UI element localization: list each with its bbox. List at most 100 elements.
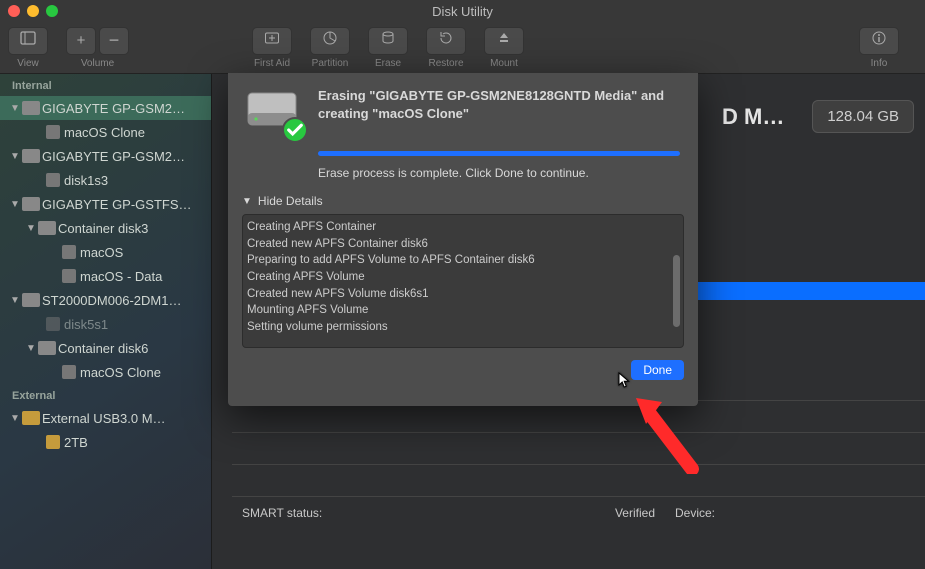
- restore-label: Restore: [428, 58, 463, 69]
- chevron-down-icon: ▼: [26, 343, 36, 354]
- mount-icon: [496, 30, 512, 51]
- hide-details-label: Hide Details: [258, 194, 323, 208]
- info-table: 128.04 GB 2 Solid state SMART status:Ver…: [232, 400, 925, 528]
- sidebar-header-internal: Internal: [0, 74, 211, 96]
- log-line: Mounting APFS Volume: [247, 302, 675, 319]
- mount-label: Mount: [490, 58, 518, 69]
- log-line: Creating APFS Volume: [247, 269, 675, 286]
- chevron-down-icon: ▼: [26, 223, 36, 234]
- sidebar: Internal ▼GIGABYTE GP-GSM2… macOS Clone …: [0, 74, 212, 569]
- chevron-down-icon: ▼: [10, 103, 20, 114]
- info-label: Info: [871, 58, 888, 69]
- log-line: Creating APFS Container: [247, 219, 675, 236]
- sidebar-item-disk0-vol[interactable]: macOS Clone: [0, 120, 211, 144]
- firstaid-button[interactable]: [252, 27, 292, 55]
- sidebar-item-disk1-vol[interactable]: disk1s3: [0, 168, 211, 192]
- sidebar-item-disk5s1[interactable]: disk5s1: [0, 312, 211, 336]
- info-key-smart: SMART status:: [242, 506, 615, 520]
- hdd-icon: [22, 197, 40, 211]
- hdd-icon: [22, 101, 40, 115]
- erase-title: Erasing "GIGABYTE GP-GSM2NE8128GNTD Medi…: [318, 87, 680, 137]
- sidebar-item-disk2[interactable]: ▼GIGABYTE GP-GSTFS…: [0, 192, 211, 216]
- sidebar-item-label: macOS - Data: [80, 269, 211, 284]
- done-button[interactable]: Done: [631, 360, 684, 380]
- scrollbar-thumb[interactable]: [673, 255, 680, 327]
- capacity-badge: 128.04 GB: [812, 100, 914, 133]
- disk-large-icon: [246, 87, 304, 137]
- volume-icon: [62, 269, 76, 283]
- hdd-icon: [22, 149, 40, 163]
- hide-details-toggle[interactable]: ▼ Hide Details: [242, 194, 684, 208]
- chevron-down-icon: ▼: [10, 199, 20, 210]
- sidebar-item-disk3[interactable]: ▼ST2000DM006-2DM1…: [0, 288, 211, 312]
- erase-button[interactable]: [368, 27, 408, 55]
- info-key: [675, 442, 925, 456]
- log-line: Created new APFS Volume disk6s1: [247, 286, 675, 303]
- titlebar: Disk Utility: [0, 0, 925, 22]
- volume-icon: [46, 317, 60, 331]
- log-output[interactable]: Creating APFS Container Created new APFS…: [242, 214, 684, 348]
- sidebar-item-label: 2TB: [64, 435, 211, 450]
- sidebar-item-container6[interactable]: ▼Container disk6: [0, 336, 211, 360]
- firstaid-label: First Aid: [254, 58, 290, 69]
- chevron-down-icon: ▼: [10, 295, 20, 306]
- plus-icon: +: [77, 32, 86, 49]
- sidebar-item-label: disk5s1: [64, 317, 211, 332]
- add-volume-button[interactable]: +: [66, 27, 96, 55]
- restore-button[interactable]: [426, 27, 466, 55]
- sidebar-item-label: Container disk3: [58, 221, 211, 236]
- volume-icon: [62, 365, 76, 379]
- mount-button[interactable]: [484, 27, 524, 55]
- sidebar-item-label: GIGABYTE GP-GSM2…: [42, 149, 211, 164]
- volume-group: + − Volume: [66, 27, 129, 69]
- volume-icon: [46, 173, 60, 187]
- disk-title: D M…: [722, 104, 784, 130]
- disclosure-triangle-icon: ▼: [242, 196, 252, 207]
- sidebar-icon: [20, 30, 36, 51]
- info-button[interactable]: [859, 27, 899, 55]
- partition-usage-bar: [692, 282, 925, 300]
- sidebar-item-disk1[interactable]: ▼ GIGABYTE GP-GSM2…: [0, 144, 211, 168]
- view-button[interactable]: [8, 27, 48, 55]
- sidebar-item-disk0[interactable]: ▼ GIGABYTE GP-GSM2…: [0, 96, 211, 120]
- chevron-down-icon: ▼: [10, 413, 20, 424]
- info-val-smart: Verified: [615, 506, 655, 520]
- sidebar-item-macos-clone2[interactable]: macOS Clone: [0, 360, 211, 384]
- sidebar-item-label: External USB3.0 M…: [42, 411, 211, 426]
- minus-icon: −: [109, 30, 120, 51]
- sidebar-item-macos-data[interactable]: macOS - Data: [0, 264, 211, 288]
- remove-volume-button[interactable]: −: [99, 27, 129, 55]
- sidebar-item-external0[interactable]: ▼ External USB3.0 M…: [0, 406, 211, 430]
- sidebar-header-external: External: [0, 384, 211, 406]
- minimize-window-button[interactable]: [27, 5, 39, 17]
- erase-status: Erase process is complete. Click Done to…: [318, 166, 680, 180]
- toolbar: View + − Volume First Aid Partition Eras…: [0, 22, 925, 74]
- erase-sheet: Erasing "GIGABYTE GP-GSM2NE8128GNTD Medi…: [228, 73, 698, 406]
- hdd-icon: [38, 341, 56, 355]
- volume-icon: [62, 245, 76, 259]
- hdd-ext-icon: [22, 411, 40, 425]
- zoom-window-button[interactable]: [46, 5, 58, 17]
- check-badge-icon: [282, 117, 308, 143]
- sidebar-item-container3[interactable]: ▼ Container disk3: [0, 216, 211, 240]
- sidebar-item-2tb[interactable]: 2TB: [0, 430, 211, 454]
- info-key: [675, 410, 925, 424]
- sidebar-item-label: macOS Clone: [80, 365, 211, 380]
- hdd-icon: [38, 221, 56, 235]
- partition-label: Partition: [312, 58, 349, 69]
- info-key-device: Device:: [675, 506, 925, 520]
- sidebar-item-label: macOS: [80, 245, 211, 260]
- sidebar-item-macos[interactable]: macOS: [0, 240, 211, 264]
- view-label: View: [17, 58, 39, 69]
- progress-bar: [318, 151, 680, 156]
- close-window-button[interactable]: [8, 5, 20, 17]
- sidebar-item-label: GIGABYTE GP-GSM2…: [42, 101, 211, 116]
- partition-button[interactable]: [310, 27, 350, 55]
- firstaid-icon: [264, 30, 280, 51]
- info-key: [675, 474, 925, 488]
- chevron-down-icon: ▼: [10, 151, 20, 162]
- erase-icon: [380, 30, 396, 51]
- restore-icon: [438, 30, 454, 51]
- erase-label: Erase: [375, 58, 401, 69]
- partition-icon: [322, 30, 338, 51]
